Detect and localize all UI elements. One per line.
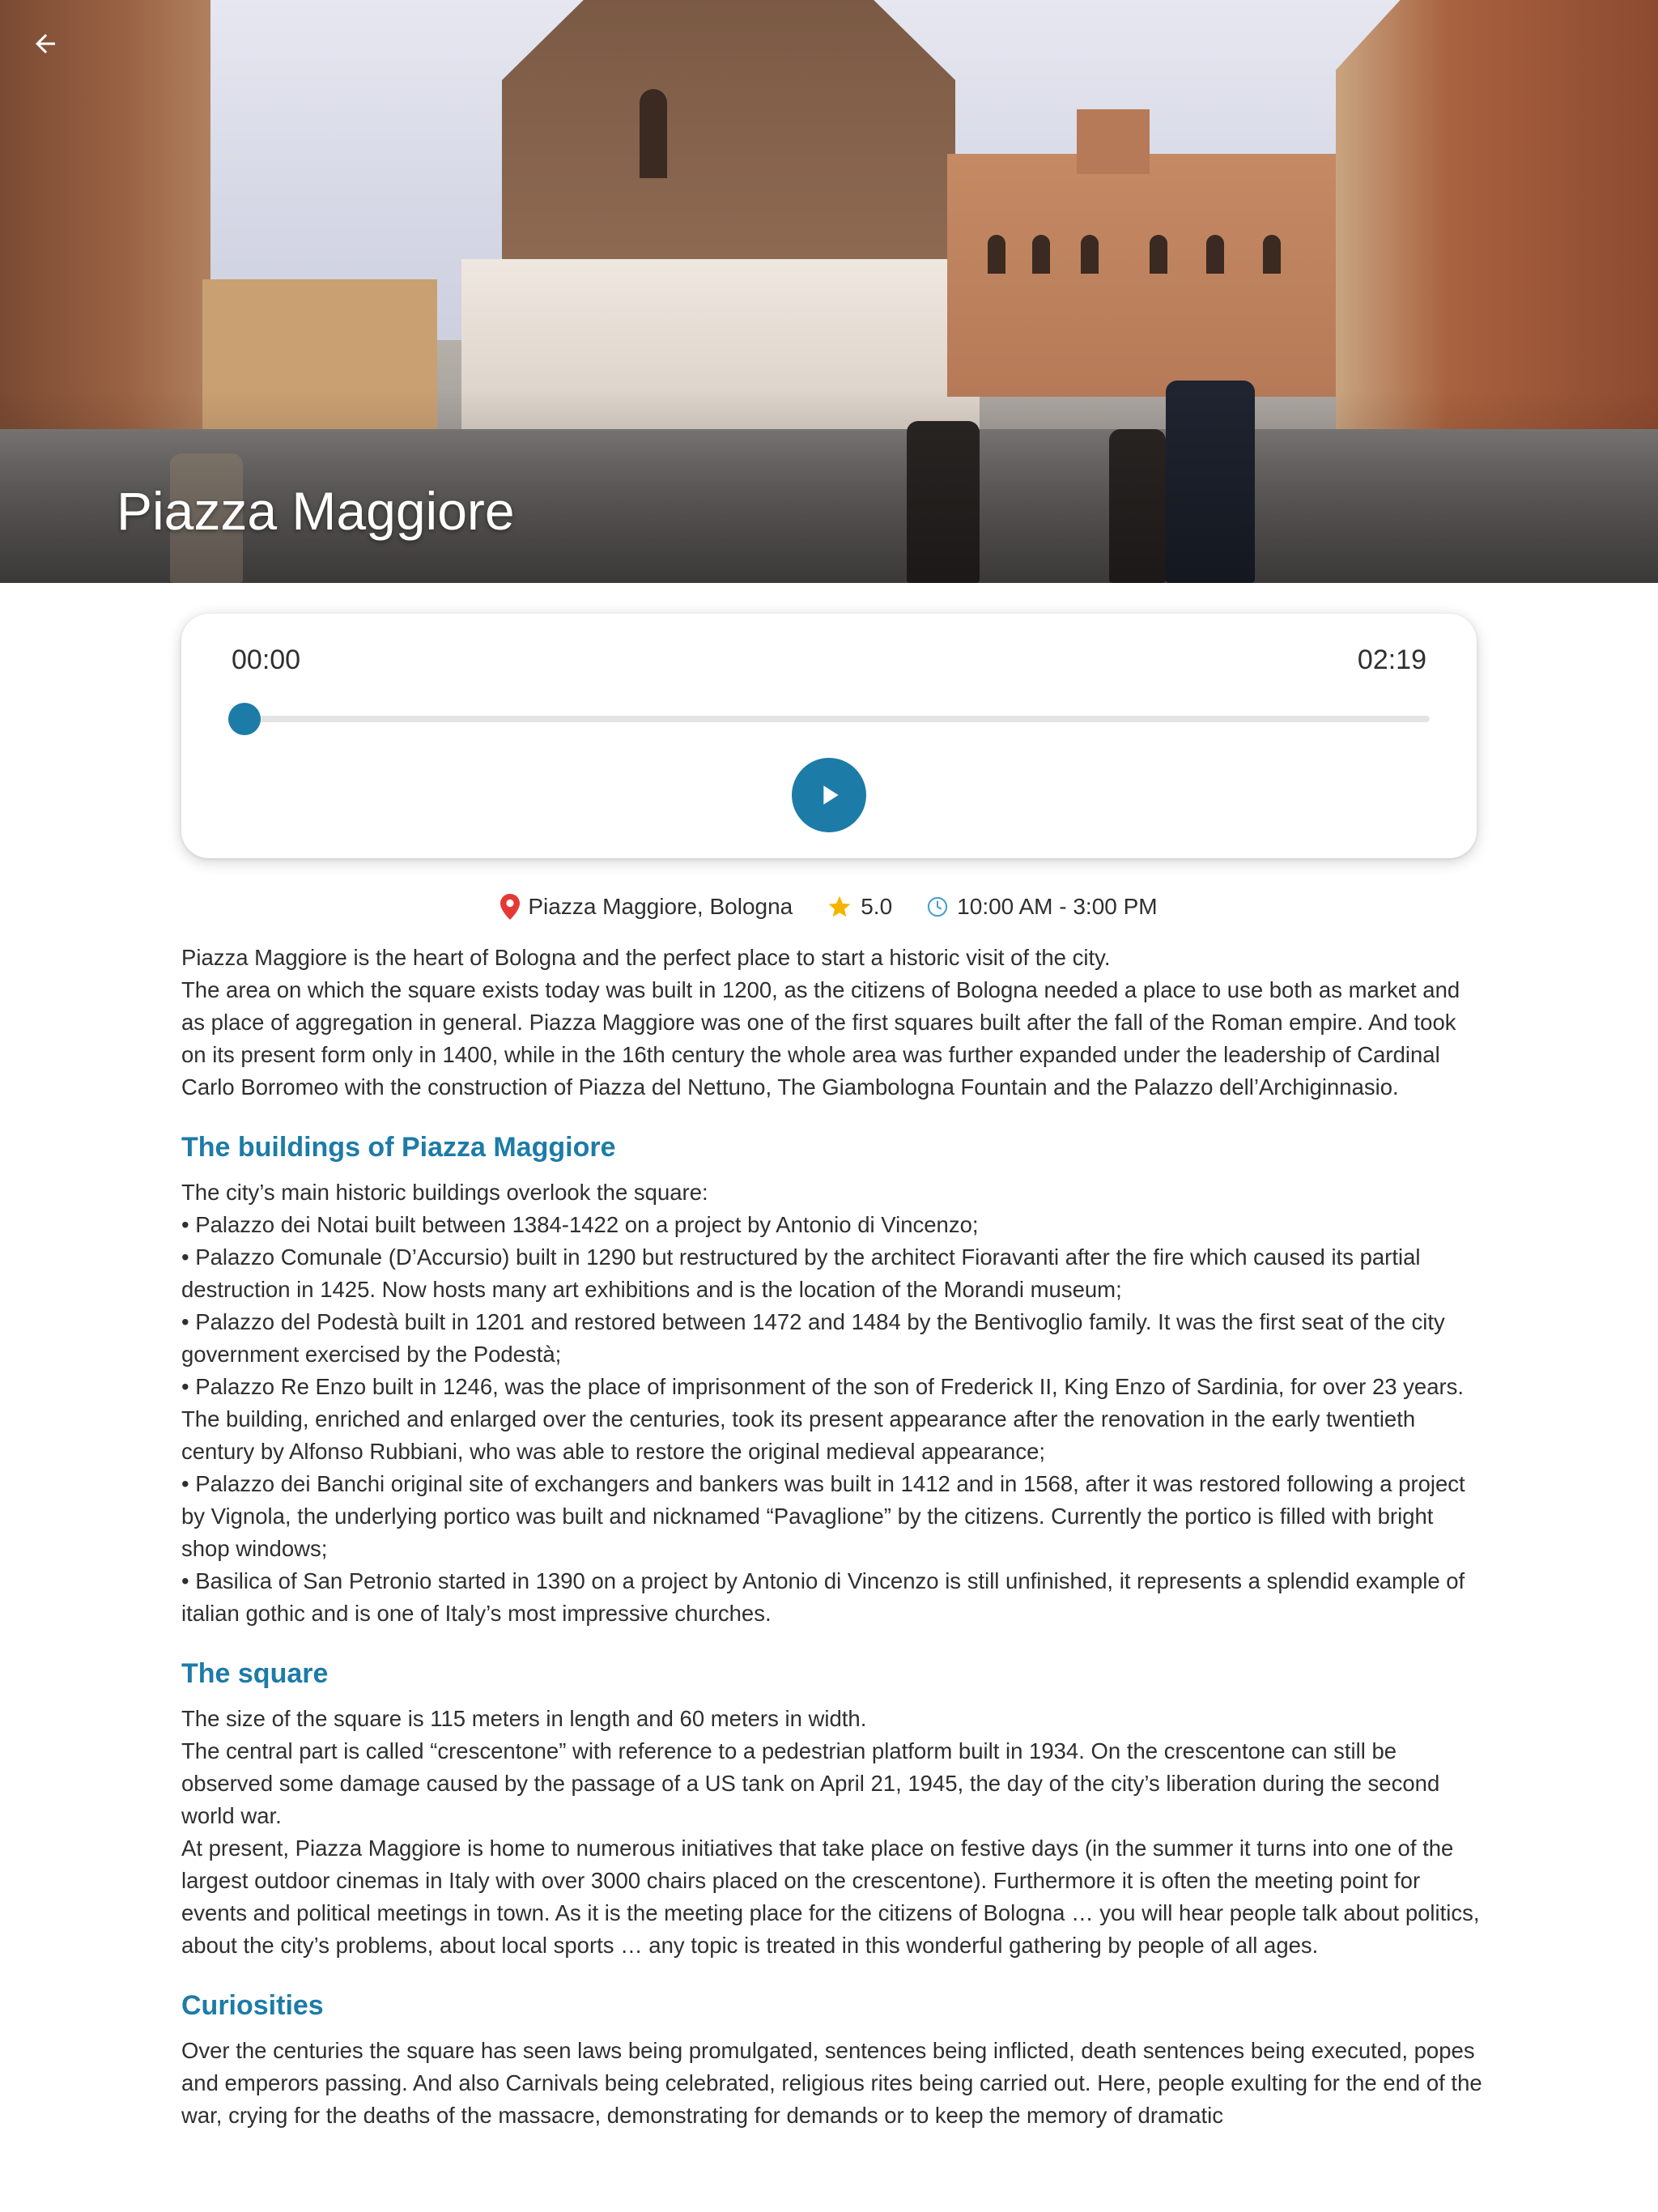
hero-window — [1206, 235, 1224, 274]
location-info: Piazza Maggiore, Bologna — [500, 894, 793, 920]
list-item: • Palazzo Comunale (D’Accursio) built in… — [181, 1244, 1421, 1302]
hero-window — [1081, 235, 1099, 274]
article-body: Piazza Maggiore is the heart of Bologna … — [181, 942, 1485, 2132]
hero-basilica-upper — [502, 0, 955, 267]
hours-info: 10:00 AM - 3:00 PM — [926, 894, 1158, 920]
section-paragraph: The central part is called “crescentone”… — [181, 1738, 1440, 1828]
back-button[interactable] — [23, 21, 68, 66]
list-item: • Palazzo dei Banchi original site of ex… — [181, 1471, 1465, 1561]
hero-window — [1150, 235, 1167, 274]
progress-thumb[interactable] — [228, 703, 261, 735]
hero-image: Piazza Maggiore — [0, 0, 1658, 583]
list-item: • Palazzo Re Enzo built in 1246, was the… — [181, 1374, 1465, 1464]
hero-window — [1263, 235, 1281, 274]
hero-basilica-window — [640, 89, 667, 178]
hero-building-center — [947, 154, 1336, 397]
place-info: Piazza Maggiore, Bologna 5.0 10:00 AM - … — [0, 891, 1658, 923]
list-item: • Basilica of San Petronio started in 13… — [181, 1568, 1465, 1626]
current-time: 00:00 — [232, 644, 301, 675]
hours-text: 10:00 AM - 3:00 PM — [957, 894, 1158, 919]
hero-window — [988, 235, 1005, 274]
play-button[interactable] — [792, 758, 866, 832]
section-heading: The buildings of Piazza Maggiore — [181, 1132, 616, 1163]
section-paragraph: Over the centuries the square has seen l… — [181, 2038, 1482, 2128]
location-pin-icon — [500, 894, 521, 920]
list-item: • Palazzo dei Notai built between 1384-1… — [181, 1212, 979, 1237]
arrow-back-icon — [36, 34, 55, 53]
star-icon — [827, 894, 852, 920]
hero-tower — [1077, 109, 1150, 174]
rating-info: 5.0 — [827, 894, 892, 920]
intro-paragraph: Piazza Maggiore is the heart of Bologna … — [181, 945, 1111, 970]
place-title: Piazza Maggiore — [117, 481, 515, 541]
section-paragraph: The city’s main historic buildings overl… — [181, 1180, 708, 1205]
list-item: • Palazzo del Podestà built in 1201 and … — [181, 1309, 1445, 1367]
section-heading: The square — [181, 1658, 329, 1689]
intro-paragraph: The area on which the square exists toda… — [181, 977, 1460, 1100]
clock-icon — [926, 895, 949, 918]
rating-text: 5.0 — [861, 894, 893, 919]
hero-window — [1032, 235, 1050, 274]
section-paragraph: The size of the square is 115 meters in … — [181, 1706, 867, 1731]
play-icon — [823, 785, 839, 805]
audio-player: 00:00 02:19 — [181, 614, 1477, 858]
progress-slider[interactable] — [244, 716, 1430, 722]
location-text: Piazza Maggiore, Bologna — [528, 894, 793, 919]
total-time: 02:19 — [1357, 644, 1426, 675]
section-heading: Curiosities — [181, 1990, 324, 2021]
section-paragraph: At present, Piazza Maggiore is home to n… — [181, 1836, 1480, 1958]
